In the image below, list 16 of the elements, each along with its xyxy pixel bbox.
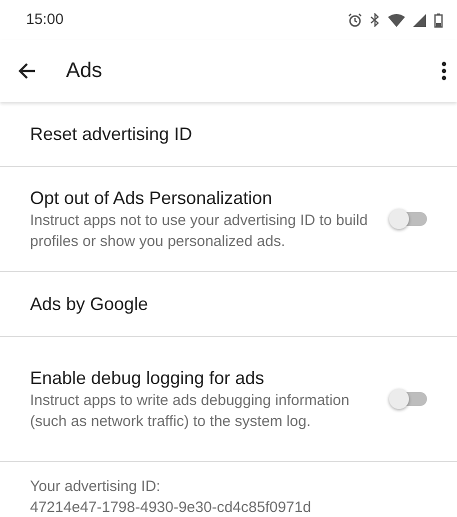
back-arrow-icon[interactable] <box>18 62 36 80</box>
setting-summary: Instruct apps not to use your advertising ID to build profiles or show you personalized ads. <box>30 211 369 252</box>
setting-title: Enable debug logging for ads <box>30 367 266 390</box>
setting-title: Opt out of Ads Personalization <box>30 187 274 210</box>
setting-title: Ads by Google <box>30 293 150 316</box>
battery-icon <box>434 12 443 28</box>
more-options-icon[interactable] <box>441 61 447 81</box>
setting-summary: Your advertising ID: 47214e47-1798-4930-9e30-cd4c85f0971d <box>30 477 312 517</box>
setting-summary: Instruct apps to write ads debugging information (such as network traffic) to the system log. <box>30 391 350 432</box>
bluetooth-icon <box>370 13 380 27</box>
setting-title: Reset advertising ID <box>30 123 194 146</box>
screen-title: Ads <box>66 58 104 84</box>
signal-icon <box>413 14 426 26</box>
status-time: 15:00 <box>26 10 64 30</box>
wifi-icon <box>388 14 405 26</box>
alarm-icon <box>348 13 362 27</box>
